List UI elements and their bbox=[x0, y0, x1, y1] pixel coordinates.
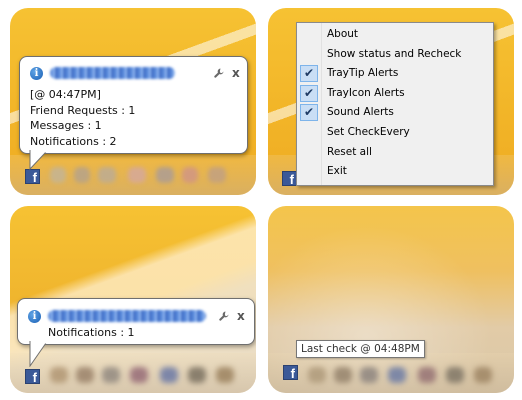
redacted-username bbox=[48, 310, 206, 322]
menu-item-label: Set CheckEvery bbox=[327, 126, 410, 138]
panel-context-menu: f About Show status and Recheck ✔ TrayTi… bbox=[268, 8, 514, 195]
panel-balloon-notifications: f i x [@ 04:47PM] Friend Requests : 1 Me… bbox=[10, 8, 256, 195]
checkmark-icon: ✔ bbox=[300, 84, 318, 102]
last-check-tooltip: Last check @ 04:48PM bbox=[296, 340, 425, 358]
close-icon[interactable]: x bbox=[232, 67, 240, 79]
close-icon[interactable]: x bbox=[237, 310, 245, 322]
menu-item-set-check-every[interactable]: Set CheckEvery bbox=[297, 123, 493, 143]
menu-item-reset-all[interactable]: Reset all bbox=[297, 143, 493, 163]
notification-balloon[interactable]: i x Notifications : 1 bbox=[17, 298, 255, 345]
menu-item-about[interactable]: About bbox=[297, 25, 493, 45]
notification-balloon[interactable]: i x [@ 04:47PM] Friend Requests : 1 Mess… bbox=[19, 56, 248, 154]
wrench-icon[interactable] bbox=[219, 311, 229, 321]
notifications-count: Notifications : 2 bbox=[30, 134, 117, 148]
menu-item-exit[interactable]: Exit bbox=[297, 162, 493, 182]
balloon-timestamp: [@ 04:47PM] bbox=[30, 88, 101, 101]
menu-item-label: Reset all bbox=[327, 145, 372, 158]
menu-item-label: Exit bbox=[327, 165, 347, 178]
facebook-tray-icon[interactable]: f bbox=[282, 171, 297, 187]
facebook-tray-icon[interactable]: f bbox=[25, 169, 40, 185]
friend-requests-count: Friend Requests : 1 bbox=[30, 103, 136, 117]
menu-item-traytip-alerts[interactable]: ✔ TrayTip Alerts bbox=[297, 64, 493, 84]
info-icon: i bbox=[30, 67, 43, 80]
menu-item-label: Show status and Recheck bbox=[327, 47, 462, 60]
panel-balloon-single: f i x Notifications : 1 bbox=[10, 206, 256, 393]
checkmark-icon: ✔ bbox=[300, 104, 318, 122]
facebook-tray-icon[interactable]: f bbox=[25, 369, 40, 385]
facebook-tray-icon[interactable]: f bbox=[283, 365, 298, 381]
info-icon: i bbox=[28, 310, 41, 323]
menu-item-sound-alerts[interactable]: ✔ Sound Alerts bbox=[297, 103, 493, 123]
menu-item-label: Sound Alerts bbox=[327, 106, 394, 119]
balloon-pointer bbox=[29, 341, 47, 367]
messages-count: Messages : 1 bbox=[30, 119, 102, 132]
redacted-username bbox=[50, 67, 175, 79]
menu-item-label: About bbox=[327, 28, 359, 40]
notifications-count: Notifications : 1 bbox=[48, 326, 135, 339]
menu-item-label: TrayTip Alerts bbox=[327, 67, 399, 80]
menu-item-label: TrayIcon Alerts bbox=[327, 86, 405, 99]
tray-context-menu[interactable]: About Show status and Recheck ✔ TrayTip … bbox=[296, 22, 494, 186]
panel-tray-tooltip: f Last check @ 04:48PM bbox=[268, 206, 514, 393]
checkmark-icon: ✔ bbox=[300, 65, 318, 83]
balloon-pointer bbox=[29, 150, 47, 170]
taskbar bbox=[268, 353, 514, 393]
menu-item-show-status-recheck[interactable]: Show status and Recheck bbox=[297, 45, 493, 65]
wrench-icon[interactable] bbox=[214, 68, 224, 78]
menu-item-trayicon-alerts[interactable]: ✔ TrayIcon Alerts bbox=[297, 84, 493, 104]
